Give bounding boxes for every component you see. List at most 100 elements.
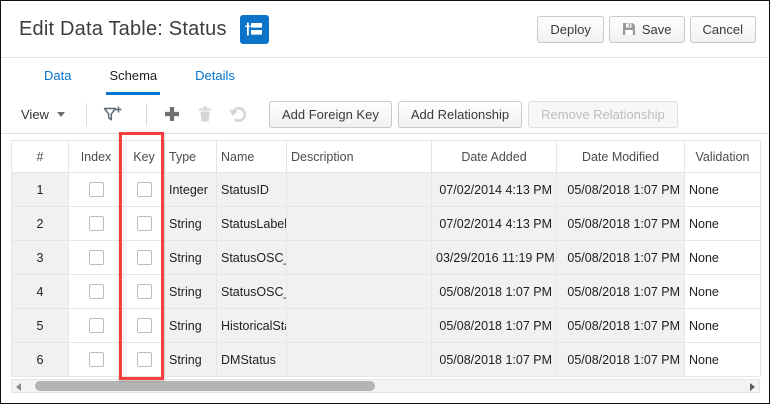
- cell-name: StatusLabel: [216, 206, 287, 241]
- cell-date-added: 05/08/2018 1:07 PM: [431, 308, 557, 343]
- cell-index: [68, 342, 124, 377]
- edit-data-table-window: Edit Data Table: Status Deploy Save Canc…: [0, 0, 770, 404]
- cell-row-number: 3: [11, 240, 69, 275]
- view-menu-label: View: [21, 106, 49, 122]
- relationship-buttons: Add Foreign Key Add Relationship Remove …: [269, 100, 678, 128]
- horizontal-scrollbar[interactable]: [11, 379, 760, 393]
- scroll-right-arrow-icon[interactable]: [750, 383, 755, 391]
- key-checkbox[interactable]: [136, 318, 152, 334]
- key-checkbox[interactable]: [136, 216, 152, 232]
- undo-button[interactable]: [226, 101, 250, 127]
- deploy-button[interactable]: Deploy: [537, 15, 604, 43]
- save-button[interactable]: Save: [608, 15, 685, 43]
- key-checkbox[interactable]: [136, 352, 152, 368]
- cell-date-added: 05/08/2018 1:07 PM: [431, 274, 557, 309]
- cell-row-number: 6: [11, 342, 69, 377]
- tab-details[interactable]: Details: [192, 68, 238, 95]
- view-menu-button[interactable]: View: [21, 107, 73, 122]
- cell-validation: None: [684, 342, 761, 377]
- cell-date-added: 07/02/2014 4:13 PM: [431, 206, 557, 241]
- cell-date-modified: 05/08/2018 1:07 PM: [556, 308, 685, 343]
- index-checkbox[interactable]: [88, 284, 104, 300]
- cell-validation: None: [684, 240, 761, 275]
- toolbar-separator: [146, 102, 147, 126]
- cell-name: HistoricalStatus: [216, 308, 287, 343]
- table-row: 2 String StatusLabel 07/02/2014 4:13 PM …: [11, 206, 761, 241]
- cell-description: [286, 240, 432, 275]
- cell-validation: None: [684, 206, 761, 241]
- cancel-button[interactable]: Cancel: [689, 15, 756, 43]
- key-checkbox[interactable]: [136, 182, 152, 198]
- key-checkbox[interactable]: [136, 284, 152, 300]
- schema-table: # Index Key Type Name Description Date A…: [11, 140, 761, 377]
- column-header-date-added: Date Added: [431, 140, 557, 173]
- table-row: 1 Integer StatusID 07/02/2014 4:13 PM 05…: [11, 172, 761, 207]
- index-checkbox[interactable]: [88, 182, 104, 198]
- cell-key: [123, 274, 165, 309]
- cell-key: [123, 172, 165, 207]
- chevron-down-icon: [56, 111, 65, 117]
- cell-date-added: 07/02/2014 4:13 PM: [431, 172, 557, 207]
- cell-description: [286, 342, 432, 377]
- column-header-index: Index: [68, 140, 124, 173]
- remove-relationship-button[interactable]: Remove Relationship: [528, 100, 678, 128]
- cell-name: StatusOSC_l: [216, 274, 287, 309]
- cell-type: String: [164, 342, 217, 377]
- add-column-button[interactable]: [160, 101, 184, 127]
- trash-icon: [199, 106, 211, 122]
- cell-description: [286, 206, 432, 241]
- filter-button[interactable]: [100, 101, 124, 127]
- cell-description: [286, 274, 432, 309]
- cell-index: [68, 240, 124, 275]
- cell-type: String: [164, 206, 217, 241]
- cell-name: StatusOSC_t: [216, 240, 287, 275]
- add-relationship-button[interactable]: Add Relationship: [397, 100, 523, 128]
- index-checkbox[interactable]: [88, 318, 104, 334]
- page-title: Edit Data Table: Status: [19, 17, 227, 40]
- cell-row-number: 4: [11, 274, 69, 309]
- column-header-key: Key: [123, 140, 165, 173]
- cell-index: [68, 274, 124, 309]
- cell-row-number: 5: [11, 308, 69, 343]
- index-checkbox[interactable]: [88, 250, 104, 266]
- cell-date-modified: 05/08/2018 1:07 PM: [556, 274, 685, 309]
- cell-name: DMStatus: [216, 342, 287, 377]
- table-row: 6 String DMStatus 05/08/2018 1:07 PM 05/…: [11, 342, 761, 377]
- table-header-row: # Index Key Type Name Description Date A…: [11, 140, 761, 173]
- column-header-description: Description: [286, 140, 432, 173]
- index-checkbox[interactable]: [88, 352, 104, 368]
- data-table-icon: [239, 14, 269, 44]
- cell-name: StatusID: [216, 172, 287, 207]
- key-checkbox[interactable]: [136, 250, 152, 266]
- cell-key: [123, 206, 165, 241]
- cell-key: [123, 308, 165, 343]
- filter-add-icon: [103, 106, 121, 120]
- cell-validation: None: [684, 308, 761, 343]
- cell-date-added: 05/08/2018 1:07 PM: [431, 342, 557, 377]
- cell-date-modified: 05/08/2018 1:07 PM: [556, 240, 685, 275]
- tab-bar: Data Schema Details: [1, 58, 769, 95]
- cell-validation: None: [684, 274, 761, 309]
- table-row: 4 String StatusOSC_l 05/08/2018 1:07 PM …: [11, 274, 761, 309]
- horizontal-scrollbar-thumb[interactable]: [35, 381, 375, 391]
- table-row: 3 String StatusOSC_t 03/29/2016 11:19 PM…: [11, 240, 761, 275]
- header-actions: Deploy Save Cancel: [537, 15, 756, 43]
- cell-key: [123, 240, 165, 275]
- plus-icon: [165, 107, 179, 121]
- cell-index: [68, 172, 124, 207]
- cell-type: Integer: [164, 172, 217, 207]
- index-checkbox[interactable]: [88, 216, 104, 232]
- window-header: Edit Data Table: Status Deploy Save Canc…: [1, 1, 769, 58]
- delete-column-button[interactable]: [193, 101, 217, 127]
- cell-date-modified: 05/08/2018 1:07 PM: [556, 172, 685, 207]
- save-button-label: Save: [641, 21, 672, 37]
- tab-schema[interactable]: Schema: [106, 68, 161, 95]
- column-header-type: Type: [164, 140, 217, 173]
- add-foreign-key-button[interactable]: Add Foreign Key: [269, 100, 392, 128]
- cell-key: [123, 342, 165, 377]
- cell-type: String: [164, 274, 217, 309]
- column-header-name: Name: [216, 140, 287, 173]
- tab-data[interactable]: Data: [41, 68, 74, 95]
- scroll-left-arrow-icon[interactable]: [16, 383, 21, 391]
- cell-description: [286, 308, 432, 343]
